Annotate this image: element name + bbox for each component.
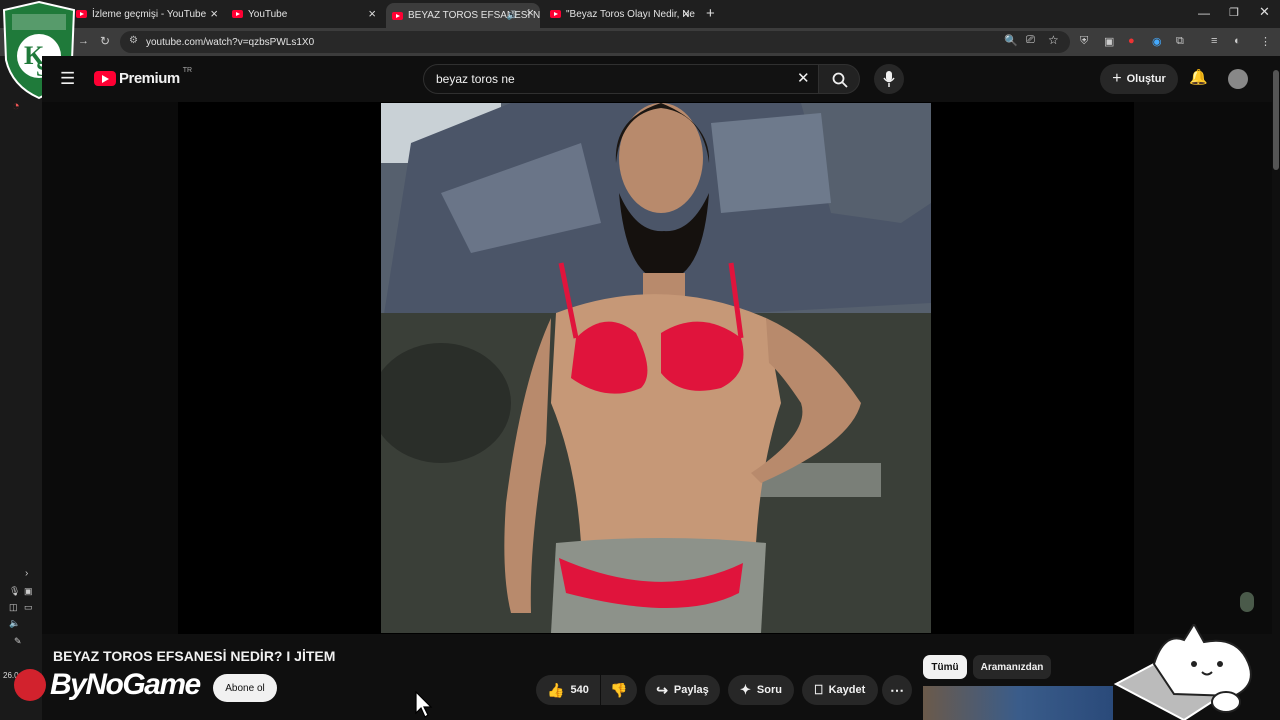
- close-window-icon[interactable]: ✕: [1259, 4, 1270, 20]
- search-value: beyaz toros ne: [436, 72, 515, 86]
- cast-icon[interactable]: ⎚: [1026, 34, 1035, 47]
- tab-title: BEYAZ TOROS EFSANESİ N: [408, 10, 540, 21]
- ask-button[interactable]: ✦ Soru: [728, 675, 794, 705]
- extension-red-icon[interactable]: ●: [1128, 35, 1135, 47]
- reload-icon[interactable]: ↻: [100, 34, 110, 48]
- sparkle-icon: ✦: [740, 682, 751, 697]
- camera-icon[interactable]: ◫: [9, 602, 18, 613]
- chip-from-search[interactable]: Aramanızdan: [973, 655, 1051, 679]
- zoom-icon[interactable]: 🔍: [1004, 34, 1018, 47]
- share-label: Paylaş: [673, 684, 709, 696]
- search-button[interactable]: [818, 64, 860, 94]
- dislike-button[interactable]: 👎: [601, 675, 637, 705]
- tab-youtube[interactable]: YouTube ×: [232, 4, 382, 24]
- restore-icon[interactable]: ❐: [1229, 6, 1239, 19]
- share-button[interactable]: ↪ Paylaş: [645, 675, 720, 705]
- address-bar[interactable]: ⚙ youtube.com/watch?v=qzbsPWLs1X0 🔍 ⎚ ☆: [120, 31, 1070, 53]
- plus-icon: +: [1112, 70, 1122, 87]
- close-tab-icon[interactable]: ×: [368, 6, 376, 21]
- tab-history[interactable]: İzleme geçmişi - YouTube ×: [76, 4, 224, 24]
- thumbs-up-icon: 👍: [547, 681, 565, 698]
- player-side-dark-left: [42, 102, 178, 634]
- minimize-icon[interactable]: —: [1198, 6, 1210, 20]
- menu-dots-icon[interactable]: ⋮: [1260, 35, 1271, 48]
- profile-avatar[interactable]: ◐: [1234, 35, 1241, 47]
- more-actions-button[interactable]: ⋯: [882, 675, 912, 705]
- close-tab-icon[interactable]: ×: [526, 5, 534, 20]
- youtube-logo[interactable]: Premium TR: [94, 67, 193, 87]
- extensions-puzzle-icon[interactable]: ⧉: [1176, 35, 1184, 48]
- mic-icon[interactable]: 🎙: [9, 586, 20, 597]
- url-text: youtube.com/watch?v=qzbsPWLs1X0: [146, 36, 315, 48]
- youtube-play-icon: [94, 71, 116, 86]
- left-side-panel: ◔ › 🎙 ▣ ◫ ▭ 🔈 ✎ 26.0: [0, 56, 42, 720]
- new-tab-icon[interactable]: +: [706, 5, 715, 22]
- video-frame[interactable]: [381, 103, 931, 633]
- more-horizontal-icon: ⋯: [890, 681, 904, 698]
- account-avatar[interactable]: [1228, 69, 1248, 89]
- volume-icon[interactable]: 🔈: [9, 618, 20, 629]
- extension-window-icon[interactable]: ▣: [1104, 35, 1114, 48]
- like-count: 540: [570, 684, 589, 696]
- create-button[interactable]: + Oluştur: [1100, 64, 1178, 94]
- media-controls-icon[interactable]: ≡: [1211, 35, 1217, 47]
- tab-beyaz-toros-olayi[interactable]: "Beyaz Toros Olayı Nedir, Ne D ×: [550, 4, 696, 24]
- recommended-video-thumbnail[interactable]: [923, 686, 1113, 720]
- search-input[interactable]: beyaz toros ne: [423, 64, 823, 94]
- thumbs-down-icon: 👎: [610, 681, 628, 698]
- monitor-icon[interactable]: ▭: [24, 602, 33, 613]
- close-tab-icon[interactable]: ×: [210, 6, 218, 21]
- speedometer-icon[interactable]: ◔: [12, 98, 20, 113]
- hamburger-menu-icon[interactable]: ☰: [60, 69, 75, 89]
- youtube-favicon-icon: [232, 10, 243, 18]
- channel-logo-icon: [14, 669, 46, 701]
- notifications-bell-icon[interactable]: 🔔: [1189, 68, 1208, 86]
- brand-label: Premium: [119, 70, 180, 87]
- subscribe-button[interactable]: Abone ol: [213, 674, 277, 702]
- ask-label: Soru: [756, 684, 782, 696]
- mouse-cursor-icon: [415, 691, 433, 718]
- chip-all-label: Tümü: [931, 661, 959, 673]
- subscribe-label: Abone ol: [225, 682, 265, 694]
- chevron-right-icon[interactable]: ›: [25, 568, 28, 579]
- channel-overlay-text: ByNoGame: [50, 668, 201, 701]
- extension-blue-icon[interactable]: ◉: [1152, 35, 1162, 48]
- speaker-icon[interactable]: 🔊: [507, 10, 518, 21]
- voice-search-button[interactable]: [874, 64, 904, 94]
- tab-title: "Beyaz Toros Olayı Nedir, Ne D: [566, 8, 696, 20]
- save-button[interactable]: ⎕ Kaydet: [802, 675, 878, 705]
- youtube-favicon-icon: [392, 11, 403, 20]
- screen-icon[interactable]: ▣: [24, 586, 33, 597]
- extension-shield-icon[interactable]: ⛨: [1080, 35, 1088, 48]
- like-button[interactable]: 👍 540: [536, 675, 600, 705]
- search-icon: [832, 72, 848, 88]
- scrollbar-thumb[interactable]: [1273, 70, 1279, 170]
- close-tab-icon[interactable]: ×: [682, 6, 690, 21]
- small-figure-icon: [1240, 592, 1254, 612]
- clear-search-icon[interactable]: ✕: [797, 69, 810, 87]
- mic-icon: [883, 71, 895, 87]
- site-info-icon[interactable]: ⚙: [129, 35, 138, 46]
- tab-title: YouTube: [248, 8, 288, 20]
- channel-overlay: ByNoGame: [14, 660, 214, 710]
- tab-beyaz-toros[interactable]: BEYAZ TOROS EFSANESİ N 🔊 ×: [386, 3, 540, 28]
- save-label: Kaydet: [828, 684, 866, 696]
- region-label: TR: [182, 67, 193, 74]
- chip-from-search-label: Aramanızdan: [980, 661, 1044, 673]
- youtube-favicon-icon: [550, 10, 561, 18]
- tab-strip: İzleme geçmişi - YouTube × YouTube × BEY…: [0, 0, 1280, 28]
- pen-icon[interactable]: ✎: [14, 636, 22, 647]
- cat-mascot-overlay: [1114, 624, 1252, 720]
- chip-all[interactable]: Tümü: [923, 655, 967, 679]
- bookmark-icon: ⎕: [814, 682, 823, 697]
- tab-title: İzleme geçmişi - YouTube: [92, 8, 207, 20]
- share-icon: ↪: [656, 681, 668, 698]
- create-label: Oluştur: [1126, 73, 1166, 85]
- player-side-dark-right: [1134, 102, 1272, 634]
- forward-icon[interactable]: →: [78, 35, 89, 47]
- bookmark-star-icon[interactable]: ☆: [1048, 33, 1059, 47]
